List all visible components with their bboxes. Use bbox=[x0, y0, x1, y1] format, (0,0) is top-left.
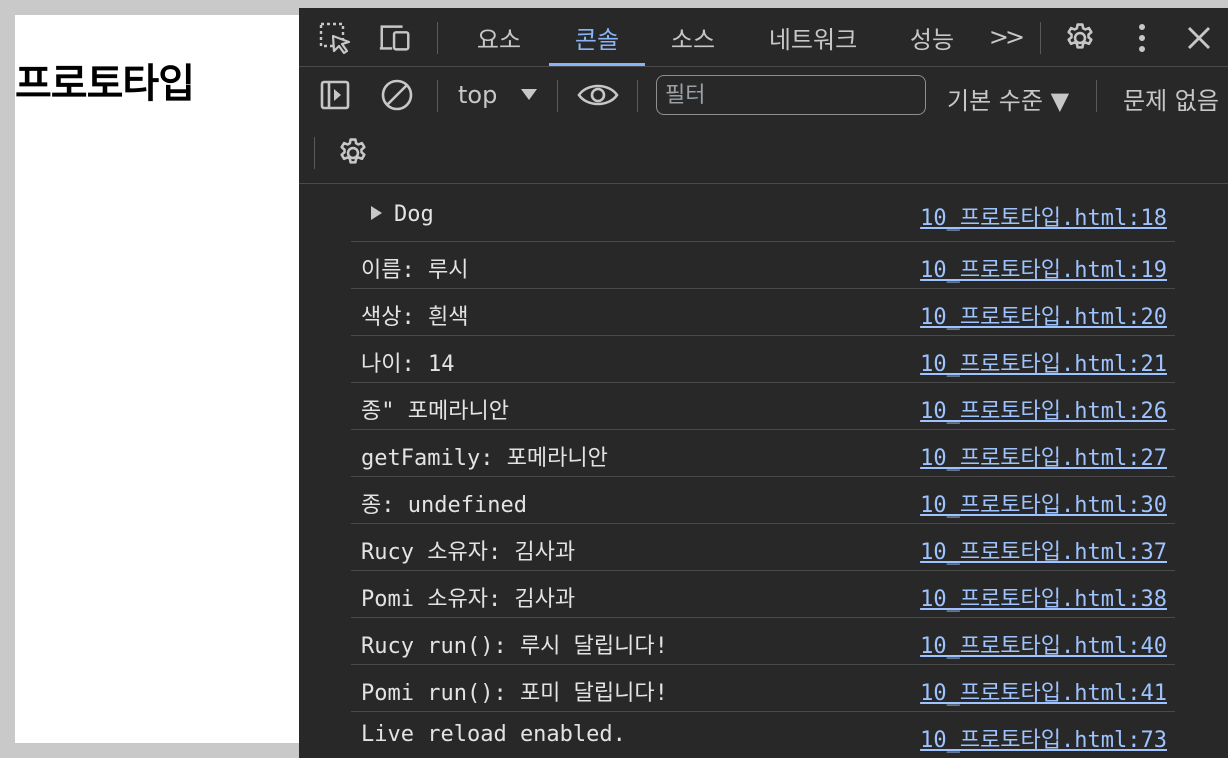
more-tabs-button[interactable]: >> bbox=[983, 8, 1027, 66]
console-message-row: Live reload enabled. 10_프로토타입.html:73 bbox=[351, 712, 1175, 758]
device-toolbar-icon[interactable] bbox=[377, 20, 413, 56]
console-message-row: Pomi run(): 포미 달립니다! 10_프로토타입.html:41 bbox=[351, 665, 1175, 712]
source-link[interactable]: 10_프로토타입.html:18 bbox=[920, 200, 1167, 232]
toolbar-divider bbox=[1096, 80, 1097, 112]
console-message-row: 색상: 흰색 10_프로토타입.html:20 bbox=[351, 289, 1175, 336]
message-text: Pomi run(): 포미 달립니다! bbox=[361, 681, 668, 706]
page-title: 프로토타입 bbox=[15, 61, 195, 107]
window-frame: 프로토타입 요소 콘솔 소스 네트워크 성능 >> top 필터 기본 수준 ▼… bbox=[0, 0, 1228, 758]
tab-network[interactable]: 네트워크 bbox=[757, 8, 869, 66]
settings-gear-icon[interactable] bbox=[1062, 20, 1098, 56]
source-link[interactable]: 10_프로토타입.html:73 bbox=[920, 722, 1167, 754]
toolbar-divider bbox=[1040, 22, 1041, 54]
console-message-row: Rucy run(): 루시 달립니다! 10_프로토타입.html:40 bbox=[351, 618, 1175, 665]
message-text: Dog bbox=[371, 202, 434, 227]
toolbar-divider bbox=[314, 137, 315, 169]
tab-elements[interactable]: 요소 bbox=[459, 8, 539, 66]
console-message-row: 종: undefined 10_프로토타입.html:30 bbox=[351, 477, 1175, 524]
toolbar-divider bbox=[637, 80, 638, 112]
sidebar-toggle-icon[interactable] bbox=[317, 77, 353, 113]
active-tab-indicator bbox=[549, 63, 645, 66]
source-link[interactable]: 10_프로토타입.html:37 bbox=[920, 534, 1167, 566]
source-link[interactable]: 10_프로토타입.html:19 bbox=[920, 252, 1167, 284]
devtools-panel: 요소 콘솔 소스 네트워크 성능 >> top 필터 기본 수준 ▼ 문제 없음… bbox=[299, 8, 1228, 758]
context-selector[interactable]: top bbox=[458, 81, 537, 109]
console-message-row: 이름: 루시 10_프로토타입.html:19 bbox=[351, 242, 1175, 289]
console-settings-gear-icon[interactable] bbox=[335, 135, 371, 171]
issues-counter[interactable]: 문제 없음 bbox=[1123, 81, 1219, 116]
log-level-dropdown[interactable]: 기본 수준 ▼ bbox=[947, 81, 1069, 116]
console-message-row: Pomi 소유자: 김사과 10_프로토타입.html:38 bbox=[351, 571, 1175, 618]
message-text: Rucy 소유자: 김사과 bbox=[361, 540, 576, 565]
console-message-row: getFamily: 포메라니안 10_프로토타입.html:27 bbox=[351, 430, 1175, 477]
source-link[interactable]: 10_프로토타입.html:40 bbox=[920, 628, 1167, 660]
tab-sources[interactable]: 소스 bbox=[655, 8, 731, 66]
console-message-row: 종" 포메라니안 10_프로토타입.html:26 bbox=[351, 383, 1175, 430]
dropdown-arrow-icon bbox=[520, 89, 537, 100]
inspect-element-icon[interactable] bbox=[317, 20, 353, 56]
message-text: getFamily: 포메라니안 bbox=[361, 446, 608, 471]
message-text: 나이: 14 bbox=[361, 352, 455, 377]
close-icon[interactable] bbox=[1181, 20, 1217, 56]
message-text: Pomi 소유자: 김사과 bbox=[361, 587, 576, 612]
object-label: Dog bbox=[394, 202, 434, 227]
console-message-row[interactable]: Dog 10_프로토타입.html:18 bbox=[351, 184, 1175, 242]
toolbar-divider bbox=[437, 22, 438, 54]
message-text: 이름: 루시 bbox=[361, 258, 469, 283]
filter-input[interactable] bbox=[656, 75, 926, 115]
expand-triangle-icon[interactable] bbox=[371, 206, 382, 220]
console-toolbar: top 기본 수준 ▼ 문제 없음 bbox=[299, 67, 1228, 184]
tab-console[interactable]: 콘솔 bbox=[549, 8, 645, 66]
console-message-row: Rucy 소유자: 김사과 10_프로토타입.html:37 bbox=[351, 524, 1175, 571]
source-link[interactable]: 10_프로토타입.html:20 bbox=[920, 299, 1167, 331]
console-message-row: 나이: 14 10_프로토타입.html:21 bbox=[351, 336, 1175, 383]
message-text: Rucy run(): 루시 달립니다! bbox=[361, 634, 668, 659]
message-text: 종: undefined bbox=[361, 493, 527, 518]
message-text: Live reload enabled. bbox=[361, 722, 626, 747]
message-text: 종" 포메라니안 bbox=[361, 399, 509, 424]
source-link[interactable]: 10_프로토타입.html:38 bbox=[920, 581, 1167, 613]
tab-performance[interactable]: 성능 bbox=[897, 8, 967, 66]
live-expression-eye-icon[interactable] bbox=[577, 77, 619, 113]
devtools-top-edge bbox=[299, 0, 1228, 8]
toolbar-divider bbox=[557, 80, 558, 112]
source-link[interactable]: 10_프로토타입.html:21 bbox=[920, 346, 1167, 378]
devtools-main-toolbar: 요소 콘솔 소스 네트워크 성능 >> bbox=[299, 8, 1228, 67]
source-link[interactable]: 10_프로토타입.html:27 bbox=[920, 440, 1167, 472]
page-viewport: 프로토타입 bbox=[15, 15, 299, 743]
context-label: top bbox=[458, 81, 498, 109]
message-text: 색상: 흰색 bbox=[361, 305, 469, 330]
kebab-menu-icon[interactable] bbox=[1124, 20, 1160, 56]
toolbar-divider bbox=[437, 80, 438, 112]
source-link[interactable]: 10_프로토타입.html:30 bbox=[920, 487, 1167, 519]
source-link[interactable]: 10_프로토타입.html:41 bbox=[920, 675, 1167, 707]
clear-console-icon[interactable] bbox=[379, 77, 415, 113]
source-link[interactable]: 10_프로토타입.html:26 bbox=[920, 393, 1167, 425]
